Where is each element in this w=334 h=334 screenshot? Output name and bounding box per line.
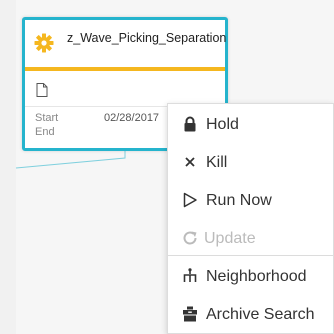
start-label: Start (35, 112, 59, 124)
document-icon[interactable] (36, 83, 48, 97)
lock-icon (184, 116, 196, 132)
play-icon (183, 192, 197, 208)
menu-item-label: Update (204, 230, 256, 247)
menu-separator (168, 255, 333, 256)
end-label: End (35, 126, 55, 138)
workflow-canvas: z_Wave_Picking_Separation Start End 02/2… (0, 0, 334, 334)
card-header: z_Wave_Picking_Separation (25, 20, 227, 71)
menu-item-hold[interactable]: Hold (168, 105, 333, 143)
context-menu: Hold Kill Run Now Update Neighborhood Ar… (167, 103, 334, 334)
menu-item-label: Neighborhood (206, 268, 307, 285)
menu-item-neighborhood[interactable]: Neighborhood (168, 257, 333, 295)
menu-item-archive-search[interactable]: Archive Search (168, 295, 333, 333)
menu-item-label: Hold (206, 116, 239, 133)
hierarchy-icon (183, 268, 197, 282)
menu-item-label: Archive Search (206, 306, 315, 323)
menu-item-label: Kill (206, 154, 228, 171)
close-icon (185, 157, 195, 167)
job-title: z_Wave_Picking_Separation (67, 31, 227, 45)
refresh-icon (183, 231, 197, 245)
gear-icon (34, 33, 54, 53)
menu-item-update[interactable]: Update (168, 219, 333, 257)
menu-item-label: Run Now (206, 192, 272, 209)
menu-item-kill[interactable]: Kill (168, 143, 333, 181)
archive-icon (183, 306, 197, 322)
start-date: 02/28/2017 (104, 112, 160, 124)
menu-item-run-now[interactable]: Run Now (168, 181, 333, 219)
